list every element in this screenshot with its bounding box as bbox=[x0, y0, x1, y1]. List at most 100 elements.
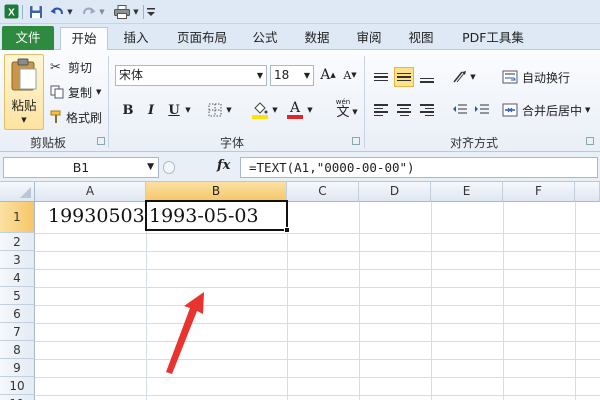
copy-dropdown-icon[interactable]: ▼ bbox=[96, 88, 101, 96]
paste-button[interactable]: 粘贴 ▼ bbox=[4, 54, 44, 130]
redo-dropdown-icon[interactable]: ▼ bbox=[98, 3, 106, 20]
merge-dropdown-icon[interactable]: ▼ bbox=[585, 106, 590, 114]
gridline bbox=[35, 341, 600, 342]
align-middle-button[interactable] bbox=[394, 67, 414, 87]
align-top-icon bbox=[374, 72, 388, 82]
tab-page-layout[interactable]: 页面布局 bbox=[170, 27, 234, 50]
print-dropdown-icon[interactable]: ▼ bbox=[132, 3, 140, 20]
svg-text:X: X bbox=[8, 8, 15, 19]
paste-dropdown-icon[interactable]: ▼ bbox=[21, 116, 26, 124]
customize-qat-icon[interactable] bbox=[146, 3, 156, 20]
font-color-dropdown-icon[interactable]: ▼ bbox=[305, 100, 315, 120]
align-right-button[interactable] bbox=[417, 100, 437, 120]
print-icon[interactable] bbox=[113, 3, 131, 20]
phonetic-icon: 文 bbox=[336, 105, 350, 120]
tab-home[interactable]: 开始 bbox=[60, 27, 108, 50]
gridline bbox=[35, 377, 600, 378]
text-orientation-icon bbox=[453, 71, 466, 83]
row-header-6[interactable]: 6 bbox=[0, 305, 35, 323]
wrap-text-icon bbox=[502, 70, 518, 84]
font-name-value: 宋体 bbox=[119, 68, 144, 82]
underline-dropdown-icon[interactable]: ▼ bbox=[183, 100, 193, 120]
font-size-select[interactable]: 18 ▼ bbox=[270, 65, 314, 86]
fill-color-dropdown-icon[interactable]: ▼ bbox=[270, 100, 280, 120]
borders-dropdown-icon[interactable]: ▼ bbox=[224, 100, 234, 120]
row-header-10[interactable]: 10 bbox=[0, 377, 35, 395]
format-painter-button[interactable]: 格式刷 bbox=[50, 108, 102, 126]
redo-icon[interactable] bbox=[82, 3, 96, 20]
merge-center-icon bbox=[502, 103, 518, 117]
column-header-e[interactable]: E bbox=[431, 182, 503, 202]
row-header-5[interactable]: 5 bbox=[0, 287, 35, 305]
tab-file[interactable]: 文件 bbox=[2, 26, 54, 50]
decrease-indent-button[interactable] bbox=[450, 100, 470, 120]
align-center-button[interactable] bbox=[394, 100, 414, 120]
tab-pdf-tools[interactable]: PDF工具集 bbox=[452, 27, 534, 50]
tab-insert[interactable]: 插入 bbox=[116, 27, 156, 50]
gridline bbox=[35, 395, 600, 396]
borders-button[interactable] bbox=[205, 100, 225, 120]
column-header-g[interactable] bbox=[575, 182, 600, 202]
tab-view[interactable]: 视图 bbox=[402, 27, 440, 50]
align-left-button[interactable] bbox=[371, 100, 391, 120]
copy-label: 复制 bbox=[68, 85, 93, 100]
row-header-8[interactable]: 8 bbox=[0, 341, 35, 359]
formula-input[interactable]: =TEXT(A1,"0000-00-00") bbox=[240, 157, 598, 178]
save-icon[interactable] bbox=[28, 3, 44, 20]
row-header-11[interactable]: 11 bbox=[0, 395, 35, 400]
column-header-c[interactable]: C bbox=[287, 182, 359, 202]
font-group-label: 字体 bbox=[220, 136, 245, 150]
column-header-d[interactable]: D bbox=[359, 182, 431, 202]
tab-data[interactable]: 数据 bbox=[298, 27, 336, 50]
bold-button[interactable]: B bbox=[118, 100, 138, 120]
align-bottom-icon bbox=[420, 77, 434, 83]
column-header-a[interactable]: A bbox=[35, 182, 146, 202]
fill-color-swatch bbox=[252, 115, 268, 119]
wrap-text-label: 自动换行 bbox=[522, 70, 571, 85]
paste-icon bbox=[11, 58, 37, 91]
row-header-3[interactable]: 3 bbox=[0, 251, 35, 269]
merge-center-button[interactable]: 合并后居中 ▼ bbox=[502, 100, 590, 120]
font-launcher-icon[interactable] bbox=[352, 137, 360, 145]
excel-app-icon[interactable]: X bbox=[3, 3, 20, 20]
underline-button[interactable]: U bbox=[164, 100, 184, 120]
cut-button[interactable]: ✂ 剪切 bbox=[50, 58, 92, 76]
row-header-7[interactable]: 7 bbox=[0, 323, 35, 341]
name-box[interactable]: B1 ▼ bbox=[3, 157, 159, 178]
undo-dropdown-icon[interactable]: ▼ bbox=[66, 3, 74, 20]
font-name-select[interactable]: 宋体 ▼ bbox=[115, 65, 267, 86]
cell-a1[interactable]: 19930503 bbox=[48, 205, 145, 227]
orientation-dropdown-icon[interactable]: ▼ bbox=[468, 67, 478, 87]
align-bottom-button[interactable] bbox=[417, 67, 437, 87]
row-header-4[interactable]: 4 bbox=[0, 269, 35, 287]
italic-button[interactable]: I bbox=[141, 100, 161, 120]
quick-access-toolbar: X ▼ ▼ ▼ bbox=[0, 0, 600, 24]
column-header-b[interactable]: B bbox=[146, 182, 287, 202]
align-top-button[interactable] bbox=[371, 67, 391, 87]
fx-icon[interactable]: fx bbox=[217, 158, 230, 173]
row-header-9[interactable]: 9 bbox=[0, 359, 35, 377]
undo-icon[interactable] bbox=[50, 3, 64, 20]
font-color-icon: A bbox=[289, 100, 301, 116]
row-header-2[interactable]: 2 bbox=[0, 233, 35, 251]
fill-handle[interactable] bbox=[284, 227, 290, 233]
copy-button[interactable]: 复制 ▼ bbox=[50, 83, 101, 101]
row-header-1[interactable]: 1 bbox=[0, 202, 35, 233]
wrap-text-button[interactable]: 自动换行 bbox=[502, 67, 570, 87]
orientation-button[interactable] bbox=[450, 67, 470, 87]
fill-color-button[interactable] bbox=[250, 98, 270, 122]
grow-font-button[interactable]: A ▲ bbox=[318, 65, 338, 85]
select-all-corner[interactable] bbox=[0, 182, 35, 202]
tab-formulas[interactable]: 公式 bbox=[246, 27, 284, 50]
clipboard-launcher-icon[interactable] bbox=[97, 137, 105, 145]
worksheet-grid[interactable]: A B C D E F 1 2 3 4 5 6 7 8 9 10 11 1993… bbox=[0, 182, 600, 400]
shrink-font-button[interactable]: A ▼ bbox=[340, 65, 360, 85]
formula-bar-grip[interactable] bbox=[163, 161, 175, 174]
alignment-launcher-icon[interactable] bbox=[586, 137, 594, 145]
tab-review[interactable]: 审阅 bbox=[350, 27, 388, 50]
phonetic-dropdown-icon[interactable]: ▼ bbox=[350, 102, 360, 122]
column-header-f[interactable]: F bbox=[503, 182, 575, 202]
gridline bbox=[146, 202, 147, 400]
increase-indent-button[interactable] bbox=[472, 100, 492, 120]
font-color-button[interactable]: A bbox=[285, 98, 305, 122]
